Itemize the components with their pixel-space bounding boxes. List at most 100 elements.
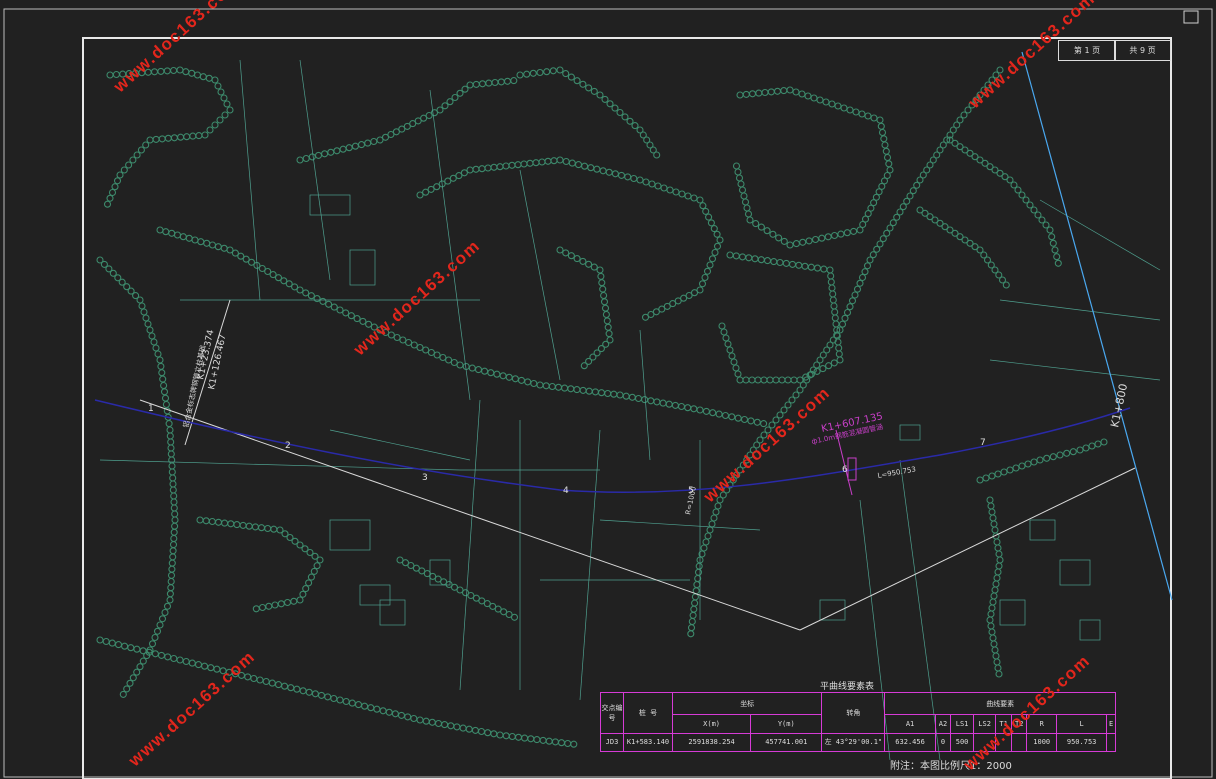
tree-symbol [393,333,401,342]
tree-symbol [170,654,178,663]
tree-symbol [746,216,754,224]
tree-symbol [763,227,771,235]
tree-symbol [450,358,458,367]
tree-symbol [736,91,744,99]
outer-frame [3,8,1213,778]
tree-symbol [527,735,535,743]
tree-symbol [208,517,216,526]
tree-symbol [168,229,176,237]
tree-symbol [880,135,888,143]
tree-symbol [567,252,575,260]
tree-symbol [728,352,736,360]
tree-symbol [146,326,154,334]
parcel-line [239,59,261,301]
hdr-e: E [1106,714,1116,734]
tree-symbol [988,604,996,612]
tree-symbol [342,697,350,706]
tree-symbol [801,262,809,270]
tree-symbol [788,260,797,268]
tree-symbol [485,79,493,87]
tree-symbol [760,420,768,428]
tree-symbol [170,504,178,512]
tree-symbol [410,341,418,349]
tree-symbol [602,310,610,319]
tree-symbol [167,571,176,579]
tree-symbol [647,397,655,405]
tree-symbol [497,78,505,86]
hdr-intersection: 交点编号 [600,692,624,734]
tree-symbol [601,95,609,103]
tree-symbol [216,116,224,124]
tree-symbol [505,373,513,381]
tree-symbol [832,320,840,328]
tree-symbol [606,100,614,108]
tree-symbol [1049,453,1057,461]
hdr-x: X(m) [671,714,752,734]
curve-table-title: 平曲线要素表 [820,682,875,692]
tree-symbol [144,320,152,328]
tree-symbol [599,285,607,293]
tree-symbol [308,153,316,161]
tree-symbol [1100,438,1108,446]
tree-symbol [461,85,469,93]
tree-symbol [159,375,167,383]
tree-symbol [989,514,997,522]
tree-symbol [274,681,283,689]
tree-symbol [754,376,762,384]
tree-symbol [156,621,164,629]
tree-symbol [205,74,213,82]
tree-symbol [195,132,203,140]
tree-symbol [214,82,222,90]
tree-symbol [305,688,313,696]
tree-symbol [544,157,552,165]
tree-symbol [453,723,461,731]
tree-symbol [345,144,353,152]
tree-symbol [167,584,175,592]
tree-symbol [533,736,541,744]
tree-symbol [694,568,703,576]
tree-symbol [799,238,807,246]
tree-symbol [795,261,803,269]
tree-symbol [596,91,604,99]
tree-symbol [478,80,487,88]
tree-symbol [252,605,260,613]
tree-symbol [523,70,531,78]
tree-symbol [330,303,338,311]
tree-symbol [161,608,169,617]
tree-symbol [1006,466,1014,474]
tree-symbol [465,725,473,733]
tree-symbol [169,480,177,488]
tree-symbol [994,470,1002,478]
tree-symbol [598,279,606,287]
tree-symbol [831,308,839,316]
building-outline [1029,519,1056,541]
tree-symbol [491,78,499,87]
tree-symbol [364,139,372,147]
tree-symbol [370,137,378,146]
tree-symbol [296,596,304,604]
tree-symbol [158,135,166,143]
tree-symbol [567,385,575,393]
tree-symbol [605,168,613,176]
tree-symbol [730,358,738,366]
tree-symbol [876,116,884,124]
tree-symbol [353,315,361,323]
parcel-line [329,429,471,461]
tree-symbol [162,400,170,409]
tree-symbol [287,684,295,692]
tree-symbol [745,254,753,262]
tree-symbol [732,162,741,170]
tree-symbol [139,647,147,655]
tree-symbol [510,77,518,85]
tree-symbol [829,296,837,304]
tree-symbol [244,673,252,681]
tree-symbol [357,141,366,149]
tree-symbol [988,472,996,480]
cell-l: 950.753 [1055,732,1108,753]
tree-symbol [858,273,867,282]
tree-symbol [605,330,613,338]
tree-symbol [490,730,498,738]
tree-symbol [166,596,174,604]
tree-symbol [858,110,866,118]
station-mid-tick [835,429,853,496]
